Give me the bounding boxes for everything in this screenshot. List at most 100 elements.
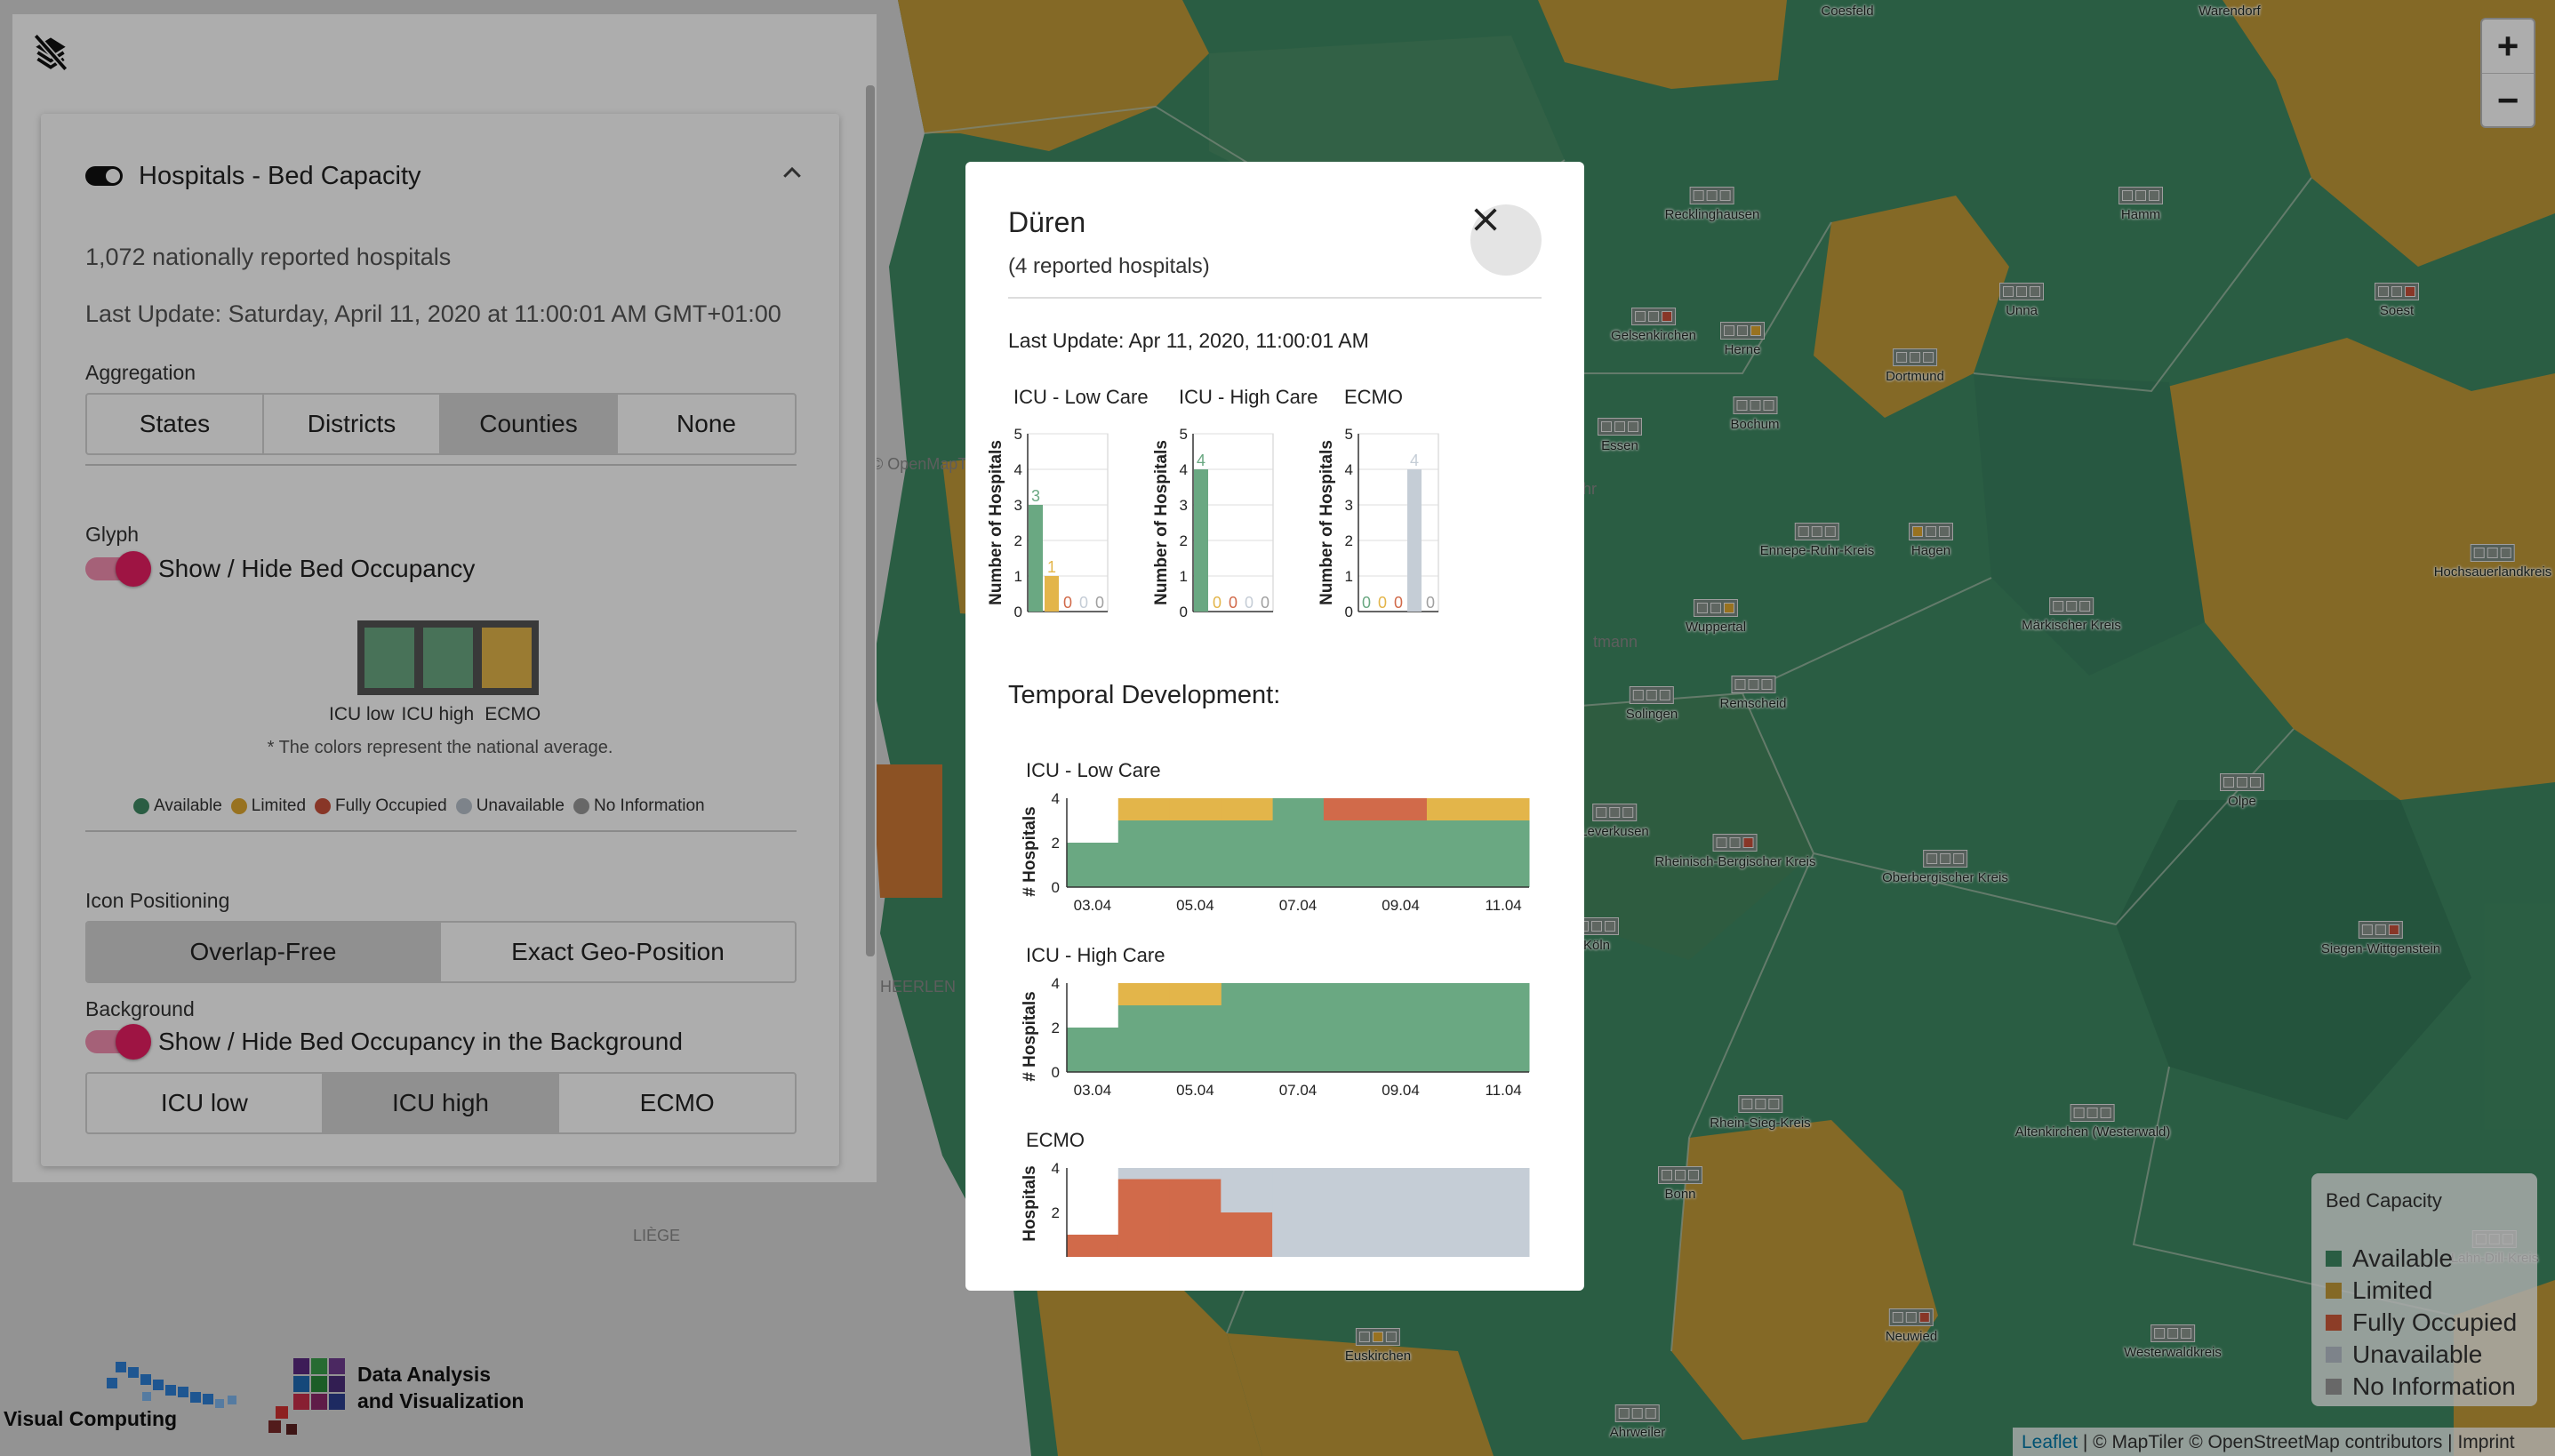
area-segment [1169, 1179, 1221, 1257]
y-tick-label: 3 [1180, 497, 1188, 514]
y-tick-label: 4 [1052, 975, 1060, 992]
y-tick-label: 2 [1052, 1204, 1060, 1221]
bar-value-label: 0 [1426, 594, 1435, 612]
bar-value-label: 4 [1410, 452, 1419, 469]
area-segment [1117, 1005, 1171, 1072]
area-segment [1117, 983, 1171, 1005]
x-tick-label: 11.04 [1485, 1082, 1521, 1099]
modal-charts: ICU - Low Care012345Number of Hospitals 3… [987, 386, 1530, 1257]
area-segment [1117, 798, 1171, 820]
y-tick-label: 0 [1180, 604, 1188, 620]
x-tick-label: 03.04 [1074, 897, 1112, 914]
y-tick-label: 0 [1052, 1064, 1060, 1081]
area-segment [1478, 820, 1530, 887]
y-tick-label: 4 [1052, 1160, 1060, 1177]
bar-chart-title: ICU - High Care [1179, 386, 1318, 408]
x-tick-label: 05.04 [1176, 1082, 1214, 1099]
y-axis-label: Number of Hospitals [987, 440, 1005, 605]
y-tick-label: 0 [1014, 604, 1022, 620]
area-segment [1169, 1005, 1221, 1072]
area-segment [1426, 798, 1478, 820]
bar [1029, 505, 1043, 612]
area-segment [1221, 798, 1273, 820]
area-segment [1374, 798, 1427, 820]
area-segment [1374, 1168, 1427, 1257]
area-segment [1169, 983, 1221, 1005]
x-tick-label: 03.04 [1074, 1082, 1112, 1099]
bar-chart-title: ECMO [1344, 386, 1403, 408]
x-tick-label: 07.04 [1279, 897, 1318, 914]
area-segment [1067, 843, 1119, 887]
y-tick-label: 2 [1052, 835, 1060, 852]
y-tick-label: 1 [1180, 568, 1188, 585]
area-segment [1169, 820, 1221, 887]
area-segment [1323, 798, 1376, 820]
bar-value-label: 0 [1362, 594, 1371, 612]
area-segment [1426, 820, 1478, 887]
bar-value-label: 0 [1063, 594, 1072, 612]
area-segment [1374, 820, 1427, 887]
y-tick-label: 5 [1014, 426, 1022, 443]
area-segment [1426, 983, 1478, 1072]
bar-value-label: 0 [1394, 594, 1403, 612]
area-segment [1169, 1168, 1221, 1180]
x-tick-label: 07.04 [1279, 1082, 1318, 1099]
area-segment [1374, 983, 1427, 1072]
area-segment [1272, 798, 1325, 887]
y-tick-label: 5 [1345, 426, 1353, 443]
bar [1407, 469, 1422, 612]
plot-frame [1358, 433, 1439, 612]
y-tick-label: 0 [1052, 879, 1060, 896]
bar-value-label: 0 [1079, 594, 1088, 612]
x-tick-label: 05.04 [1176, 897, 1214, 914]
area-segment [1067, 1235, 1119, 1257]
y-tick-label: 1 [1345, 568, 1353, 585]
bar-value-label: 4 [1197, 452, 1205, 469]
y-axis-label: Number of Hospitals [1318, 440, 1336, 605]
y-tick-label: 2 [1345, 532, 1353, 549]
area-segment [1221, 983, 1273, 1072]
y-tick-label: 0 [1345, 604, 1353, 620]
y-tick-label: 4 [1052, 790, 1060, 807]
bar [1045, 576, 1059, 612]
temporal-chart-title: ECMO [1026, 1129, 1085, 1151]
area-segment [1117, 820, 1171, 887]
x-tick-label: 09.04 [1382, 897, 1420, 914]
bar-value-label: 0 [1095, 594, 1104, 612]
y-tick-label: 2 [1014, 532, 1022, 549]
area-segment [1478, 798, 1530, 820]
area-segment [1221, 1168, 1273, 1212]
y-axis-label: Number of Hospitals [1152, 440, 1171, 605]
y-axis-label: # Hospitals [1021, 991, 1039, 1081]
area-segment [1067, 1028, 1119, 1072]
area-segment [1117, 1179, 1171, 1257]
y-tick-label: 4 [1345, 461, 1353, 478]
y-tick-label: 3 [1014, 497, 1022, 514]
area-segment [1478, 1168, 1530, 1257]
area-segment [1117, 1168, 1171, 1180]
area-segment [1323, 820, 1376, 887]
area-segment [1323, 1168, 1376, 1257]
y-tick-label: 4 [1014, 461, 1022, 478]
bar-value-label: 0 [1261, 594, 1269, 612]
area-segment [1272, 1168, 1325, 1257]
y-axis-label: Hospitals [1021, 1165, 1039, 1242]
bar-value-label: 0 [1378, 594, 1387, 612]
temporal-chart-title: ICU - Low Care [1026, 759, 1161, 781]
bar [1194, 469, 1208, 612]
x-tick-label: 11.04 [1485, 897, 1521, 914]
y-tick-label: 3 [1345, 497, 1353, 514]
y-tick-label: 4 [1180, 461, 1188, 478]
bar-value-label: 1 [1047, 558, 1056, 576]
y-axis-label: # Hospitals [1021, 806, 1039, 896]
bar-value-label: 0 [1245, 594, 1253, 612]
bar-chart-title: ICU - Low Care [1013, 386, 1149, 408]
area-segment [1426, 1168, 1478, 1257]
county-detail-modal: Düren (4 reported hospitals) Last Update… [965, 162, 1584, 1291]
area-segment [1478, 983, 1530, 1072]
y-tick-label: 2 [1052, 1020, 1060, 1036]
bar-value-label: 3 [1031, 487, 1040, 505]
area-segment [1221, 1212, 1273, 1257]
area-segment [1221, 820, 1273, 887]
y-tick-label: 5 [1180, 426, 1188, 443]
